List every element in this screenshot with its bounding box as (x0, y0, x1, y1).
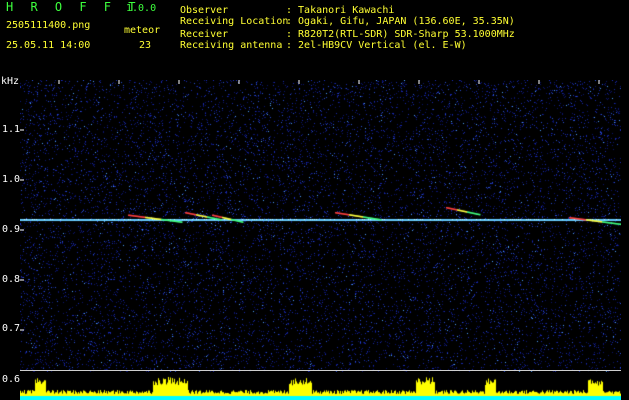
info-value-receiver: : R820T2(RTL-SDR) SDR-Sharp 53.1000MHz (286, 29, 515, 40)
filename: 2505111400.png (6, 20, 91, 31)
spectrogram-heatmap (20, 80, 621, 372)
meteor-count: 23 (139, 40, 152, 51)
reference-line (20, 370, 621, 371)
y-tick-label: 1.1 (2, 124, 21, 135)
info-value-antenna: : 2el-HB9CV Vertical (el. E-W) (286, 40, 467, 51)
y-axis-unit: kHz (1, 76, 20, 87)
spectrum-strip (20, 372, 621, 400)
y-tick-label: 0.8 (2, 274, 21, 285)
y-tick-label: 1.0 (2, 174, 21, 185)
info-key-observer: Observer (180, 5, 229, 16)
info-key-antenna: Receiving antenna (180, 40, 283, 51)
app-title: H R O F F T (6, 0, 141, 14)
y-tick-label: 0.9 (2, 224, 21, 235)
datetime: 25.05.11 14:00 (6, 40, 91, 51)
y-tick-label: 0.6 (2, 374, 21, 385)
info-key-location: Receiving Location (180, 16, 289, 27)
info-value-observer: : Takanori Kawachi (286, 5, 395, 16)
info-value-location: : Ogaki, Gifu, JAPAN (136.60E, 35.35N) (286, 16, 515, 27)
y-tick-label: 0.7 (2, 323, 21, 334)
meteor-label: meteor (124, 25, 161, 36)
info-key-receiver: Receiver (180, 29, 229, 40)
app-version: 1.0.0 (126, 3, 157, 14)
